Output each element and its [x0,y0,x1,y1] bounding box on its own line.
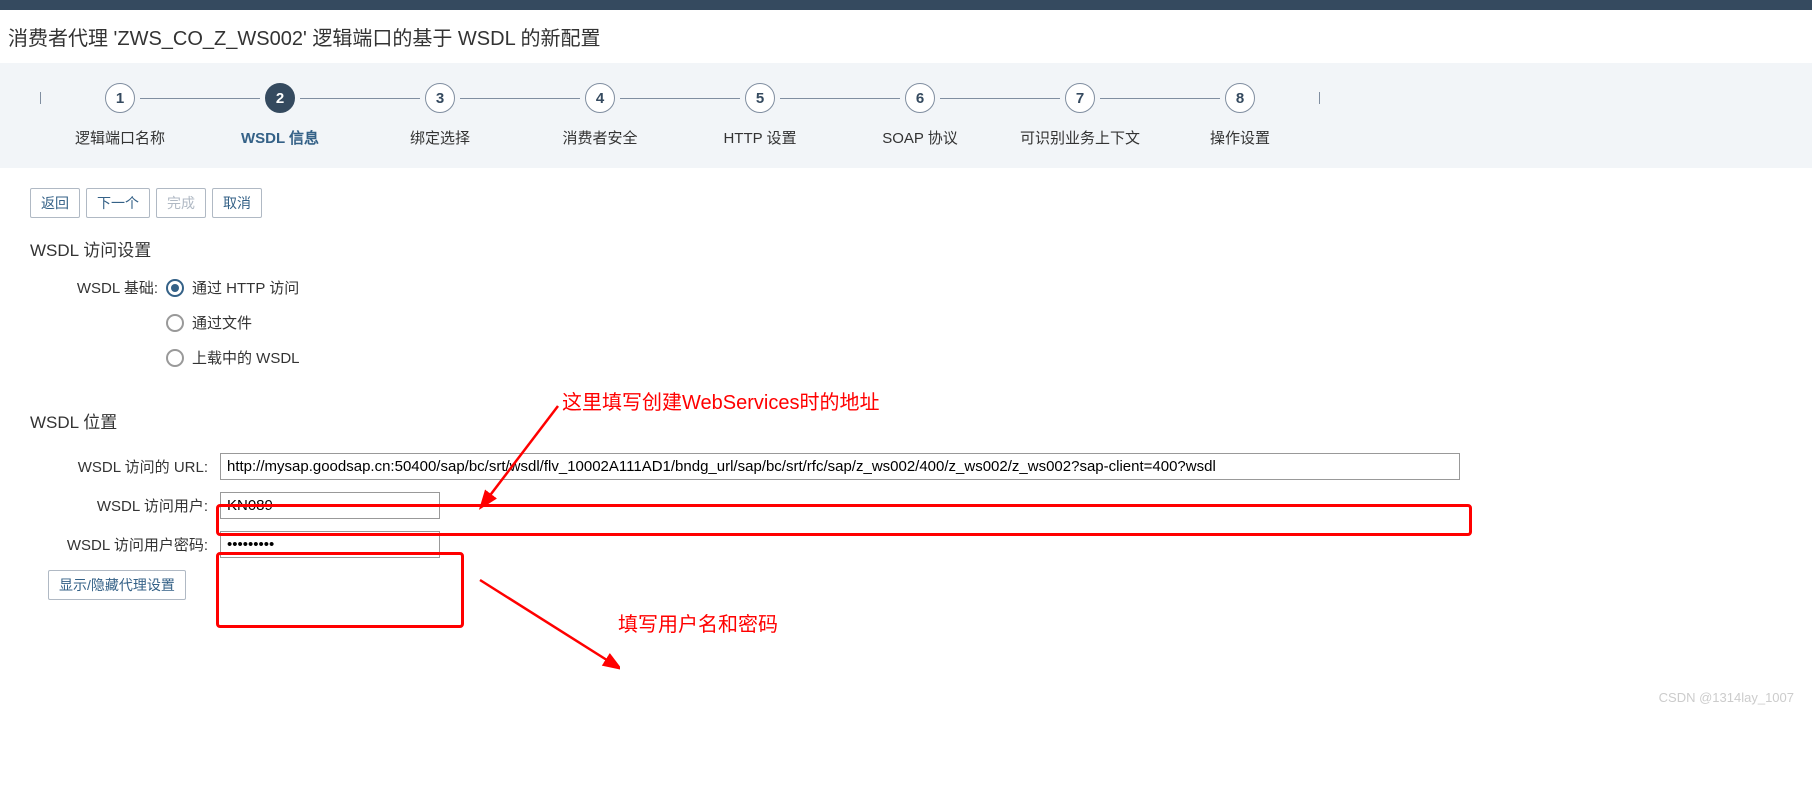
watermark: CSDN @1314lay_1007 [1659,690,1794,705]
step-label: SOAP 协议 [882,127,958,148]
step-circle: 7 [1065,83,1095,113]
wizard-step-6[interactable]: 6 SOAP 协议 [840,83,1000,148]
step-circle: 3 [425,83,455,113]
step-circle: 5 [745,83,775,113]
radio-label: 通过文件 [192,312,252,333]
wizard-step-4[interactable]: 4 消费者安全 [520,83,680,148]
wizard-step-1[interactable]: 1 逻辑端口名称 [40,83,200,148]
step-label: HTTP 设置 [723,127,796,148]
step-label: 逻辑端口名称 [75,127,165,148]
finish-button: 完成 [156,188,206,218]
section-access-settings: WSDL 访问设置 [30,236,1782,261]
wsdl-base-label: WSDL 基础: [48,277,158,298]
step-label: 绑定选择 [410,127,470,148]
step-circle: 4 [585,83,615,113]
radio-label: 通过 HTTP 访问 [192,277,299,298]
wsdl-base-group: WSDL 基础: 通过 HTTP 访问通过文件上载中的 WSDL [48,277,1782,368]
radio-row: WSDL 基础: 通过 HTTP 访问 [48,277,1782,298]
step-label: 操作设置 [1210,127,1270,148]
back-button[interactable]: 返回 [30,188,80,218]
user-label: WSDL 访问用户: [48,495,208,516]
top-bar [0,0,1812,10]
step-label: 消费者安全 [562,127,637,148]
step-circle: 2 [265,83,295,113]
button-row: 返回 下一个 完成 取消 [30,188,1782,218]
pass-label: WSDL 访问用户密码: [48,534,208,555]
step-circle: 1 [105,83,135,113]
radio-button[interactable] [166,314,184,332]
section-wsdl-location: WSDL 位置 [30,408,1782,433]
wizard-step-8[interactable]: 8 操作设置 [1160,83,1320,148]
toggle-proxy-button[interactable]: 显示/隐藏代理设置 [48,570,186,600]
radio-label: 上载中的 WSDL [192,347,300,368]
wsdl-user-input[interactable] [220,492,440,519]
step-label: 可识别业务上下文 [1020,127,1140,148]
url-label: WSDL 访问的 URL: [48,456,208,477]
wizard-bar: 1 逻辑端口名称 2 WSDL 信息 3 绑定选择 4 消费者安全 5 HTTP 设置 6 SOAP … [0,63,1812,168]
step-circle: 6 [905,83,935,113]
wizard-step-7[interactable]: 7 可识别业务上下文 [1000,83,1160,148]
cancel-button[interactable]: 取消 [212,188,262,218]
page-title: 消费者代理 'ZWS_CO_Z_WS002' 逻辑端口的基于 WSDL 的新配置 [0,10,1812,63]
wsdl-password-input[interactable] [220,531,440,558]
radio-button[interactable] [166,279,184,297]
next-button[interactable]: 下一个 [86,188,150,218]
wizard-step-5[interactable]: 5 HTTP 设置 [680,83,840,148]
radio-button[interactable] [166,349,184,367]
step-circle: 8 [1225,83,1255,113]
wizard-step-3[interactable]: 3 绑定选择 [360,83,520,148]
radio-row: 上载中的 WSDL [48,347,1782,368]
radio-row: 通过文件 [48,312,1782,333]
wsdl-url-input[interactable] [220,453,1460,480]
step-label: WSDL 信息 [241,127,319,148]
wizard-step-2[interactable]: 2 WSDL 信息 [200,83,360,148]
